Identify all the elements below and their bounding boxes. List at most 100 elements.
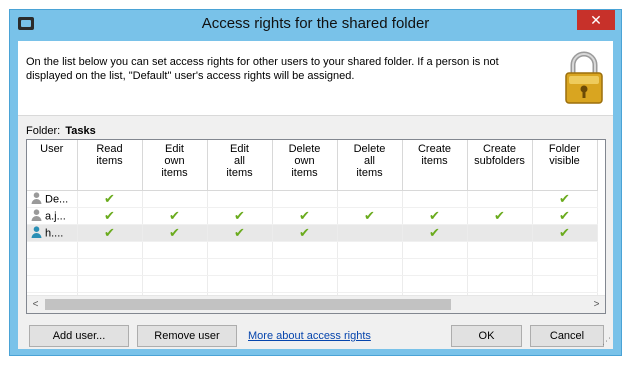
resize-grip-icon[interactable]: ⋰: [602, 336, 611, 347]
add-user-button[interactable]: Add user...: [29, 325, 129, 347]
empty-cell: [532, 258, 598, 276]
access-rights-grid[interactable]: User Read items Edit own items Edit all ite…: [26, 139, 606, 314]
empty-row: [27, 275, 598, 293]
empty-cell: [27, 241, 78, 259]
empty-cell: [337, 275, 403, 293]
column-header: Create items: [402, 140, 468, 191]
empty-cell: [207, 258, 273, 276]
empty-cell: [402, 258, 468, 276]
permission-cell[interactable]: ✔: [532, 207, 598, 225]
permission-cell[interactable]: ✔: [142, 207, 208, 225]
permission-cell[interactable]: ✔: [77, 224, 143, 242]
column-header: Edit all items: [207, 140, 273, 191]
empty-cell: [142, 241, 208, 259]
empty-cell: [532, 275, 598, 293]
permission-cell[interactable]: ✔: [402, 207, 468, 225]
scroll-thumb[interactable]: [45, 299, 451, 310]
checkmark-icon: ✔: [494, 208, 505, 223]
permission-cell[interactable]: ✔: [207, 207, 273, 225]
remove-user-button[interactable]: Remove user: [137, 325, 237, 347]
header-row: User Read items Edit own items Edit all ite…: [27, 140, 598, 191]
table-row[interactable]: De... ✔ ✔: [27, 190, 598, 208]
user-teal-icon: [31, 225, 42, 241]
column-header: Read items: [77, 140, 143, 191]
permission-cell[interactable]: ✔: [272, 207, 338, 225]
permission-cell[interactable]: ✔: [77, 207, 143, 225]
empty-cell: [27, 275, 78, 293]
empty-cell: [142, 275, 208, 293]
empty-cell: [77, 275, 143, 293]
user-name: a.j...: [45, 209, 66, 222]
description-text: On the list below you can set access rig…: [26, 56, 499, 82]
checkmark-icon: ✔: [234, 208, 245, 223]
permission-cell[interactable]: ✔: [532, 224, 598, 242]
permission-cell[interactable]: [337, 224, 403, 242]
empty-cell: [207, 275, 273, 293]
permission-cell[interactable]: ✔: [467, 207, 533, 225]
info-panel: On the list below you can set access rig…: [18, 41, 613, 116]
scroll-left-button[interactable]: <: [27, 296, 44, 313]
checkmark-icon: ✔: [299, 208, 310, 223]
ok-button[interactable]: OK: [451, 325, 522, 347]
user-gray-icon: [31, 191, 42, 207]
permission-cell[interactable]: [272, 190, 338, 208]
permission-cell[interactable]: ✔: [142, 224, 208, 242]
permission-cell[interactable]: ✔: [77, 190, 143, 208]
checkmark-icon: ✔: [299, 225, 310, 240]
column-header: Create subfolders: [467, 140, 533, 191]
user-gray-icon: [31, 208, 42, 224]
empty-cell: [77, 258, 143, 276]
checkmark-icon: ✔: [559, 208, 570, 223]
checkmark-icon: ✔: [429, 225, 440, 240]
empty-cell: [77, 241, 143, 259]
checkmark-icon: ✔: [104, 225, 115, 240]
title-bar[interactable]: Access rights for the shared folder ✕: [10, 10, 621, 40]
close-button[interactable]: ✕: [577, 10, 615, 30]
cancel-button[interactable]: Cancel: [530, 325, 604, 347]
scroll-right-button[interactable]: >: [588, 296, 605, 313]
checkmark-icon: ✔: [169, 208, 180, 223]
empty-cell: [467, 258, 533, 276]
checkmark-icon: ✔: [429, 208, 440, 223]
empty-cell: [207, 241, 273, 259]
checkmark-icon: ✔: [104, 191, 115, 206]
user-cell[interactable]: a.j...: [27, 207, 78, 225]
checkmark-icon: ✔: [559, 191, 570, 206]
user-cell[interactable]: h....: [27, 224, 78, 242]
permission-cell[interactable]: ✔: [207, 224, 273, 242]
table-row[interactable]: h.... ✔ ✔ ✔ ✔ ✔ ✔: [27, 224, 598, 242]
empty-row: [27, 258, 598, 276]
permission-cell[interactable]: [402, 190, 468, 208]
empty-row: [27, 241, 598, 259]
permission-cell[interactable]: ✔: [272, 224, 338, 242]
column-header: Edit own items: [142, 140, 208, 191]
more-about-access-rights-link[interactable]: More about access rights: [248, 330, 371, 342]
checkmark-icon: ✔: [104, 208, 115, 223]
permission-cell[interactable]: [467, 190, 533, 208]
empty-cell: [467, 275, 533, 293]
empty-cell: [272, 241, 338, 259]
padlock-icon: [565, 51, 603, 104]
column-header-user: User: [27, 140, 78, 191]
user-name: De...: [45, 192, 69, 205]
permission-cell[interactable]: [207, 190, 273, 208]
permission-cell[interactable]: ✔: [337, 207, 403, 225]
empty-cell: [532, 241, 598, 259]
horizontal-scrollbar[interactable]: < >: [27, 295, 605, 313]
table-row[interactable]: a.j... ✔ ✔ ✔ ✔ ✔ ✔ ✔ ✔: [27, 207, 598, 225]
empty-cell: [467, 241, 533, 259]
user-cell[interactable]: De...: [27, 190, 78, 208]
empty-cell: [402, 241, 468, 259]
checkmark-icon: ✔: [169, 225, 180, 240]
permission-cell[interactable]: ✔: [402, 224, 468, 242]
empty-cell: [272, 275, 338, 293]
permission-cell[interactable]: [337, 190, 403, 208]
permission-cell[interactable]: [467, 224, 533, 242]
checkmark-icon: ✔: [234, 225, 245, 240]
checkmark-icon: ✔: [364, 208, 375, 223]
user-name: h....: [45, 226, 64, 239]
folder-name: Tasks: [65, 125, 96, 137]
dialog-body: On the list below you can set access rig…: [18, 41, 613, 349]
permission-cell[interactable]: [142, 190, 208, 208]
permission-cell[interactable]: ✔: [532, 190, 598, 208]
